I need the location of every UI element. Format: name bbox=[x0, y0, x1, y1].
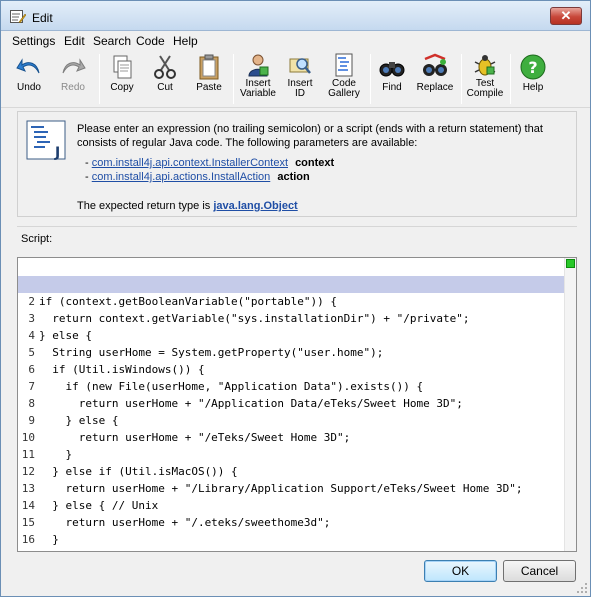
bug-icon bbox=[474, 55, 496, 76]
edit-dialog: Edit ✕ Settings Edit Search Code Help Un… bbox=[0, 0, 591, 597]
undo-button[interactable]: Undo bbox=[9, 53, 49, 107]
script-document-icon: J bbox=[26, 120, 66, 160]
param-action: - com.install4j.api.actions.InstallActio… bbox=[85, 171, 310, 183]
code-line: 6 if (new File(userHome, "Application Da… bbox=[28, 363, 424, 393]
find-button[interactable]: Find bbox=[375, 53, 409, 107]
code-line: 7 return userHome + "/Application Data/e… bbox=[28, 380, 463, 410]
redo-button[interactable]: Redo bbox=[53, 53, 93, 107]
redo-icon bbox=[62, 58, 86, 74]
ok-button[interactable]: OK bbox=[424, 560, 497, 582]
code-gallery-button[interactable]: Code Gallery bbox=[323, 53, 365, 107]
code-line: 12 return userHome + "/Library/Applicati… bbox=[21, 465, 523, 495]
title-bar: Edit ✕ bbox=[1, 1, 590, 31]
param-context: - com.install4j.api.context.InstallerCon… bbox=[85, 157, 335, 169]
code-line: 15 } bbox=[21, 516, 59, 546]
insert-variable-button[interactable]: Insert Variable bbox=[238, 53, 278, 107]
code-line-current: 2 return context.getVariable("sys.instal… bbox=[18, 276, 564, 325]
param-context-name: context bbox=[295, 157, 335, 169]
toolbar-separator bbox=[461, 54, 462, 104]
edit-window-icon bbox=[10, 10, 26, 24]
param-action-type-link[interactable]: com.install4j.api.actions.InstallAction bbox=[92, 171, 271, 183]
code-area[interactable]: 1 if (context.getBooleanVariable("portab… bbox=[18, 259, 564, 551]
code-line: 4 String userHome = System.getProperty("… bbox=[28, 329, 384, 359]
menu-settings[interactable]: Settings bbox=[12, 34, 55, 48]
code-line: 3 } else { bbox=[28, 312, 92, 342]
toolbar-separator bbox=[99, 54, 100, 104]
toolbar-separator bbox=[370, 54, 371, 104]
script-label: Script: bbox=[21, 233, 53, 245]
paste-button[interactable]: Paste bbox=[190, 53, 228, 107]
svg-text:J: J bbox=[54, 145, 60, 160]
code-line: 5 if (Util.isWindows()) { bbox=[28, 346, 205, 376]
expected-return-type: The expected return type is java.lang.Ob… bbox=[77, 200, 298, 212]
undo-icon bbox=[16, 58, 40, 74]
param-action-name: action bbox=[277, 171, 310, 183]
toolbar-separator bbox=[510, 54, 511, 104]
close-button[interactable]: ✕ bbox=[550, 7, 582, 25]
code-line: 9 return userHome + "/eTeks/Sweet Home 3… bbox=[28, 414, 351, 444]
script-editor[interactable]: 1 if (context.getBooleanVariable("portab… bbox=[17, 257, 577, 552]
code-line: 10 } bbox=[21, 431, 73, 461]
resize-grip-icon[interactable] bbox=[576, 582, 588, 594]
svg-text:?: ? bbox=[528, 58, 537, 77]
copy-button[interactable]: Copy bbox=[103, 53, 141, 107]
magnifier-icon bbox=[289, 58, 311, 74]
menu-bar: Settings Edit Search Code Help bbox=[1, 32, 590, 50]
menu-edit[interactable]: Edit bbox=[64, 34, 85, 48]
code-line: 1 if (context.getBooleanVariable("portab… bbox=[28, 278, 338, 308]
param-context-type-link[interactable]: com.install4j.api.context.InstallerConte… bbox=[92, 157, 288, 169]
code-line: 14 return userHome + "/.eteks/sweethome3… bbox=[21, 499, 331, 529]
code-line: 16 } bbox=[21, 533, 46, 551]
copy-icon bbox=[113, 55, 132, 79]
toolbar: Undo Redo Copy Cut Paste Insert Variable… bbox=[1, 50, 590, 108]
cancel-button[interactable]: Cancel bbox=[503, 560, 576, 582]
code-line: 8 } else { bbox=[28, 397, 119, 427]
test-compile-button[interactable]: Test Compile bbox=[466, 53, 504, 107]
code-line: 11 } else if (Util.isMacOS()) { bbox=[21, 448, 238, 478]
vertical-scrollbar[interactable] bbox=[564, 258, 576, 551]
help-icon: ? bbox=[520, 54, 546, 80]
clipboard-icon bbox=[199, 54, 219, 80]
code-gallery-icon bbox=[335, 53, 353, 77]
binoculars-icon bbox=[379, 62, 405, 77]
compile-status-indicator bbox=[566, 259, 575, 268]
expected-type-link[interactable]: java.lang.Object bbox=[213, 200, 297, 212]
menu-search[interactable]: Search bbox=[93, 34, 131, 48]
replace-icon bbox=[423, 53, 447, 76]
divider bbox=[17, 226, 577, 227]
window-title: Edit bbox=[32, 11, 53, 25]
help-button[interactable]: ? Help bbox=[515, 53, 551, 107]
code-line: 13 } else { // Unix bbox=[21, 482, 159, 512]
toolbar-separator bbox=[233, 54, 234, 104]
parameters-info-panel: J Please enter an expression (no trailin… bbox=[17, 111, 577, 217]
scissors-icon bbox=[154, 55, 176, 79]
cut-button[interactable]: Cut bbox=[147, 53, 183, 107]
insert-id-button[interactable]: Insert ID bbox=[284, 53, 316, 107]
info-description: Please enter an expression (no trailing … bbox=[77, 123, 543, 149]
replace-button[interactable]: Replace bbox=[415, 53, 455, 107]
menu-code[interactable]: Code bbox=[136, 34, 165, 48]
menu-help[interactable]: Help bbox=[173, 34, 198, 48]
user-icon bbox=[248, 54, 269, 77]
